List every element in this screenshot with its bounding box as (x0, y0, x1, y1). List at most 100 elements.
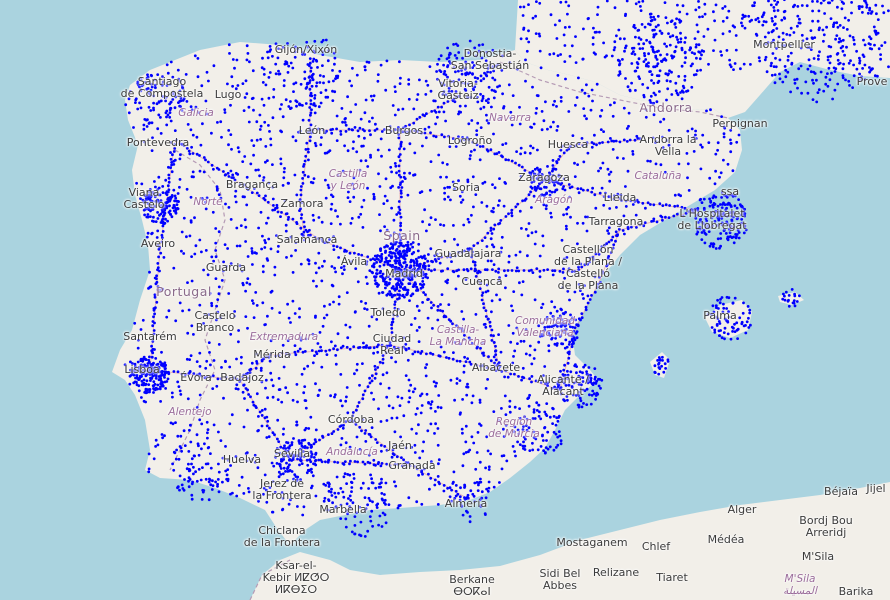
dot-marker-icon[interactable] (719, 50, 723, 53)
dot-marker-icon[interactable] (655, 220, 659, 224)
dot-marker-icon[interactable] (722, 135, 726, 139)
dot-marker-icon[interactable] (500, 235, 504, 239)
dot-marker-icon[interactable] (400, 186, 404, 189)
dot-marker-icon[interactable] (340, 437, 344, 440)
dot-marker-icon[interactable] (152, 220, 156, 223)
dot-marker-icon[interactable] (574, 103, 577, 107)
dot-marker-icon[interactable] (464, 360, 468, 363)
dot-marker-icon[interactable] (321, 38, 325, 42)
dot-marker-icon[interactable] (177, 385, 181, 388)
dot-marker-icon[interactable] (383, 194, 387, 198)
dot-marker-icon[interactable] (279, 215, 282, 219)
dot-marker-icon[interactable] (413, 443, 417, 447)
dot-marker-icon[interactable] (267, 76, 271, 79)
dot-marker-icon[interactable] (769, 64, 773, 68)
dot-marker-icon[interactable] (699, 143, 703, 147)
dot-marker-icon[interactable] (446, 185, 450, 189)
dot-marker-icon[interactable] (388, 259, 392, 263)
dot-marker-icon[interactable] (178, 488, 181, 492)
dot-marker-icon[interactable] (722, 132, 726, 136)
dot-marker-icon[interactable] (748, 311, 752, 315)
dot-marker-icon[interactable] (354, 103, 358, 106)
dot-marker-icon[interactable] (567, 4, 571, 8)
dot-marker-icon[interactable] (567, 110, 571, 113)
dot-marker-icon[interactable] (142, 123, 146, 127)
dot-marker-icon[interactable] (307, 150, 310, 154)
dot-marker-icon[interactable] (498, 298, 502, 302)
dot-marker-icon[interactable] (874, 29, 878, 33)
dot-marker-icon[interactable] (684, 36, 687, 40)
dot-marker-icon[interactable] (272, 464, 276, 468)
dot-marker-icon[interactable] (176, 200, 180, 203)
dot-marker-icon[interactable] (254, 366, 258, 370)
dot-marker-icon[interactable] (644, 115, 648, 119)
dot-marker-icon[interactable] (623, 49, 626, 53)
dot-marker-icon[interactable] (423, 261, 426, 265)
dot-marker-icon[interactable] (522, 339, 526, 343)
dot-marker-icon[interactable] (816, 91, 820, 94)
dot-marker-icon[interactable] (322, 482, 326, 486)
dot-marker-icon[interactable] (237, 484, 241, 487)
dot-marker-icon[interactable] (439, 223, 442, 227)
dot-marker-icon[interactable] (493, 78, 497, 82)
dot-marker-icon[interactable] (207, 341, 211, 344)
dot-marker-icon[interactable] (455, 359, 459, 363)
dot-marker-icon[interactable] (272, 204, 275, 207)
dot-marker-icon[interactable] (190, 255, 194, 258)
dot-marker-icon[interactable] (598, 191, 602, 195)
dot-marker-icon[interactable] (476, 271, 479, 275)
dot-marker-icon[interactable] (726, 237, 729, 241)
dot-marker-icon[interactable] (633, 138, 637, 142)
dot-marker-icon[interactable] (438, 354, 442, 358)
dot-marker-icon[interactable] (747, 316, 750, 320)
dot-marker-icon[interactable] (359, 520, 363, 524)
dot-marker-icon[interactable] (166, 198, 170, 201)
dot-marker-icon[interactable] (318, 331, 322, 334)
dot-marker-icon[interactable] (599, 166, 602, 170)
dot-marker-icon[interactable] (438, 261, 442, 265)
dot-marker-icon[interactable] (183, 444, 187, 447)
dot-marker-icon[interactable] (265, 221, 268, 225)
dot-marker-icon[interactable] (771, 52, 775, 55)
dot-marker-icon[interactable] (428, 487, 431, 491)
dot-marker-icon[interactable] (379, 444, 383, 447)
dot-marker-icon[interactable] (490, 310, 493, 314)
dot-marker-icon[interactable] (470, 119, 474, 122)
dot-marker-icon[interactable] (291, 398, 295, 402)
dot-marker-icon[interactable] (445, 57, 449, 61)
dot-marker-icon[interactable] (559, 439, 563, 443)
dot-marker-icon[interactable] (609, 137, 612, 140)
dot-marker-icon[interactable] (415, 117, 419, 121)
dot-marker-icon[interactable] (664, 203, 668, 207)
dot-marker-icon[interactable] (440, 105, 443, 109)
dot-marker-icon[interactable] (436, 105, 440, 109)
dot-marker-icon[interactable] (336, 215, 339, 218)
dot-marker-icon[interactable] (362, 198, 366, 202)
dot-marker-icon[interactable] (466, 217, 470, 221)
dot-marker-icon[interactable] (789, 51, 793, 55)
dot-marker-icon[interactable] (276, 250, 280, 254)
dot-marker-icon[interactable] (225, 163, 229, 167)
dot-marker-icon[interactable] (195, 152, 199, 156)
dot-marker-icon[interactable] (240, 475, 244, 479)
dot-marker-icon[interactable] (269, 371, 273, 375)
dot-marker-icon[interactable] (616, 156, 619, 160)
dot-marker-icon[interactable] (201, 466, 204, 469)
dot-marker-icon[interactable] (326, 95, 330, 99)
dot-marker-icon[interactable] (423, 127, 427, 131)
dot-marker-icon[interactable] (822, 33, 826, 37)
dot-marker-icon[interactable] (379, 420, 383, 423)
dot-marker-icon[interactable] (673, 204, 677, 208)
dot-marker-icon[interactable] (686, 176, 689, 180)
dot-marker-icon[interactable] (285, 441, 288, 444)
dot-marker-icon[interactable] (434, 384, 437, 388)
dot-marker-icon[interactable] (279, 157, 283, 161)
dot-marker-icon[interactable] (683, 78, 687, 82)
dot-marker-icon[interactable] (540, 110, 544, 113)
dot-marker-icon[interactable] (452, 43, 455, 46)
dot-marker-icon[interactable] (517, 375, 520, 378)
dot-marker-icon[interactable] (798, 17, 801, 21)
dot-marker-icon[interactable] (163, 434, 166, 438)
dot-marker-icon[interactable] (187, 450, 191, 453)
dot-marker-icon[interactable] (429, 216, 433, 220)
